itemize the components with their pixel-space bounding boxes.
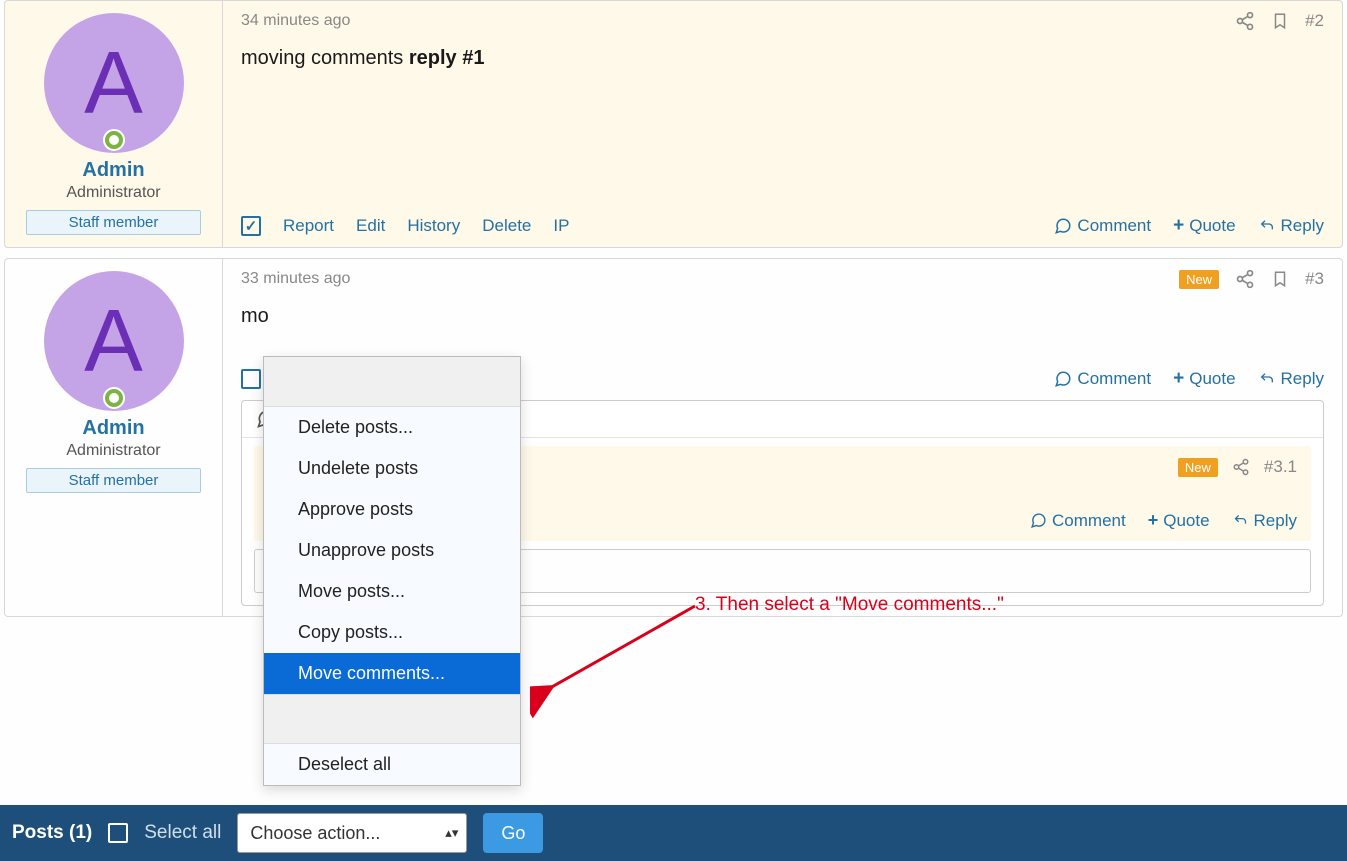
username-link[interactable]: Admin <box>15 417 212 440</box>
avatar[interactable]: A <box>44 13 184 153</box>
user-role: Administrator <box>15 184 212 202</box>
username-link[interactable]: Admin <box>15 159 212 182</box>
delete-link[interactable]: Delete <box>482 216 531 236</box>
report-link[interactable]: Report <box>283 216 334 236</box>
post-body: mo <box>241 305 1324 328</box>
dropdown-item-move-comments[interactable]: Move comments... <box>264 653 520 694</box>
bookmark-icon[interactable] <box>1271 269 1289 289</box>
post-body: moving comments reply #1 <box>241 47 1324 175</box>
dropdown-item-copy-posts[interactable]: Copy posts... <box>264 612 520 653</box>
dropdown-item-unapprove-posts[interactable]: Unapprove posts <box>264 530 520 571</box>
edit-link[interactable]: Edit <box>356 216 385 236</box>
user-column: A Admin Administrator Staff member <box>5 259 223 616</box>
comment-link[interactable]: Comment <box>1054 216 1151 236</box>
comment-link[interactable]: Comment <box>1030 511 1126 531</box>
reply-link[interactable]: Reply <box>1258 216 1324 236</box>
quote-link[interactable]: +Quote <box>1173 368 1235 390</box>
dropdown-item-undelete-posts[interactable]: Undelete posts <box>264 448 520 489</box>
bookmark-icon[interactable] <box>1271 11 1289 31</box>
quote-link[interactable]: +Quote <box>1148 510 1210 531</box>
share-icon[interactable] <box>1235 11 1255 31</box>
post: A Admin Administrator Staff member 33 mi… <box>4 258 1343 617</box>
online-badge-icon <box>103 129 125 151</box>
post-number[interactable]: #2 <box>1305 11 1324 31</box>
reply-link[interactable]: Reply <box>1258 369 1324 389</box>
action-dropdown: Delete posts... Undelete posts Approve p… <box>263 356 521 786</box>
post: A Admin Administrator Staff member 34 mi… <box>4 0 1343 248</box>
dropdown-item-approve-posts[interactable]: Approve posts <box>264 489 520 530</box>
moderation-bar: Posts (1) Select all Choose action... ▴▾… <box>0 805 1347 861</box>
dropdown-separator <box>264 694 520 744</box>
staff-badge: Staff member <box>26 210 201 235</box>
avatar-initial: A <box>84 32 143 134</box>
quote-link[interactable]: +Quote <box>1173 215 1235 237</box>
user-role: Administrator <box>15 442 212 460</box>
reply-link[interactable]: Reply <box>1232 511 1297 531</box>
new-badge: New <box>1178 458 1218 477</box>
avatar[interactable]: A <box>44 271 184 411</box>
dropdown-item-move-posts[interactable]: Move posts... <box>264 571 520 612</box>
post-main: 34 minutes ago #2 moving comments reply … <box>223 1 1342 247</box>
comment-number[interactable]: #3.1 <box>1264 457 1297 477</box>
comment-link[interactable]: Comment <box>1054 369 1151 389</box>
posts-count-label: Posts (1) <box>12 822 92 844</box>
dropdown-header-spacer <box>264 357 520 407</box>
avatar-initial: A <box>84 290 143 392</box>
dropdown-item-delete-posts[interactable]: Delete posts... <box>264 407 520 448</box>
history-link[interactable]: History <box>407 216 460 236</box>
select-post-checkbox[interactable] <box>241 216 261 236</box>
user-column: A Admin Administrator Staff member <box>5 1 223 247</box>
select-all-label[interactable]: Select all <box>144 822 221 844</box>
staff-badge: Staff member <box>26 468 201 493</box>
post-timestamp[interactable]: 33 minutes ago <box>241 270 350 288</box>
go-button[interactable]: Go <box>483 813 543 853</box>
share-icon[interactable] <box>1232 458 1250 476</box>
select-post-checkbox[interactable] <box>241 369 261 389</box>
dropdown-item-deselect-all[interactable]: Deselect all <box>264 744 520 785</box>
ip-link[interactable]: IP <box>553 216 569 236</box>
new-badge: New <box>1179 270 1219 289</box>
share-icon[interactable] <box>1235 269 1255 289</box>
select-all-checkbox[interactable] <box>108 823 128 843</box>
choose-action-select[interactable]: Choose action... ▴▾ <box>237 813 467 853</box>
select-caret-icon: ▴▾ <box>445 825 458 841</box>
post-timestamp[interactable]: 34 minutes ago <box>241 12 350 30</box>
post-number[interactable]: #3 <box>1305 269 1324 289</box>
online-badge-icon <box>103 387 125 409</box>
